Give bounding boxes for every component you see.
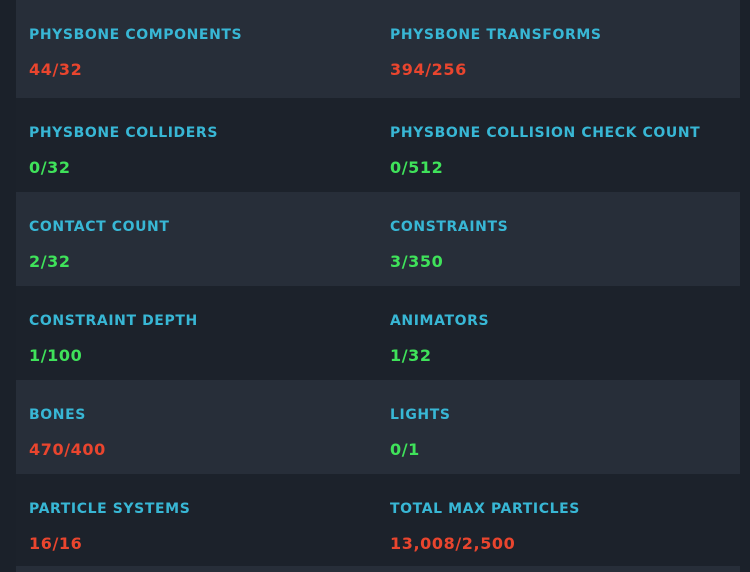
stats-row-bones: BONES 470/400 LIGHTS 0/1	[16, 380, 740, 474]
stat-constraints: CONSTRAINTS 3/350	[377, 192, 738, 286]
stat-contact-count: CONTACT COUNT 2/32	[16, 192, 377, 286]
stats-row-particle-systems: PARTICLE SYSTEMS 16/16 TOTAL MAX PARTICL…	[16, 474, 740, 568]
stat-physbone-colliders: PHYSBONE COLLIDERS 0/32	[16, 98, 377, 192]
stat-label: BONES	[29, 407, 86, 423]
stat-label: LIGHTS	[390, 407, 451, 423]
stat-label: PHYSBONE TRANSFORMS	[390, 27, 602, 43]
stats-row-physbone-colliders: PHYSBONE COLLIDERS 0/32 PHYSBONE COLLISI…	[16, 98, 740, 192]
stat-value: 13,008/2,500	[390, 534, 516, 553]
next-row-edge	[16, 566, 740, 572]
stat-constraint-depth: CONSTRAINT DEPTH 1/100	[16, 286, 377, 380]
stat-lights: LIGHTS 0/1	[377, 380, 738, 474]
stat-label: PHYSBONE COMPONENTS	[29, 27, 243, 43]
stat-particle-systems: PARTICLE SYSTEMS 16/16	[16, 474, 377, 568]
stat-value: 0/32	[29, 158, 71, 177]
stat-value: 470/400	[29, 440, 106, 459]
stat-physbone-collision-check-count: PHYSBONE COLLISION CHECK COUNT 0/512	[377, 98, 738, 192]
stat-value: 44/32	[29, 60, 83, 79]
stat-value: 16/16	[29, 534, 83, 553]
stat-value: 1/32	[390, 346, 432, 365]
stat-animators: ANIMATORS 1/32	[377, 286, 738, 380]
stat-physbone-transforms: PHYSBONE TRANSFORMS 394/256	[377, 0, 738, 98]
stat-bones: BONES 470/400	[16, 380, 377, 474]
performance-stats-panel: PHYSBONE COMPONENTS 44/32 PHYSBONE TRANS…	[16, 0, 740, 568]
stats-row-contact-count: CONTACT COUNT 2/32 CONSTRAINTS 3/350	[16, 192, 740, 286]
stat-label: ANIMATORS	[390, 313, 490, 329]
stat-label: CONTACT COUNT	[29, 219, 170, 235]
stat-value: 394/256	[390, 60, 467, 79]
stat-label: TOTAL MAX PARTICLES	[390, 501, 580, 517]
stat-label: CONSTRAINTS	[390, 219, 509, 235]
stat-label: PHYSBONE COLLIDERS	[29, 125, 218, 141]
stat-value: 2/32	[29, 252, 71, 271]
stat-label: CONSTRAINT DEPTH	[29, 313, 198, 329]
stat-physbone-components: PHYSBONE COMPONENTS 44/32	[16, 0, 377, 98]
stat-label: PARTICLE SYSTEMS	[29, 501, 191, 517]
stat-value: 0/512	[390, 158, 444, 177]
stats-row-constraint-depth: CONSTRAINT DEPTH 1/100 ANIMATORS 1/32	[16, 286, 740, 380]
stat-total-max-particles: TOTAL MAX PARTICLES 13,008/2,500	[377, 474, 738, 568]
stat-value: 1/100	[29, 346, 83, 365]
stats-row-physbone-components: PHYSBONE COMPONENTS 44/32 PHYSBONE TRANS…	[16, 0, 740, 98]
stat-value: 0/1	[390, 440, 420, 459]
stat-label: PHYSBONE COLLISION CHECK COUNT	[390, 125, 701, 141]
stat-value: 3/350	[390, 252, 444, 271]
